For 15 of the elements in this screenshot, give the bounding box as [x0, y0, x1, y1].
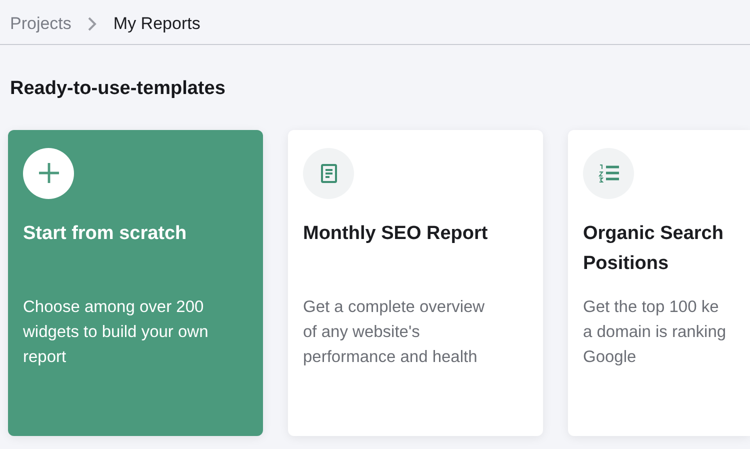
document-icon [320, 164, 336, 182]
card-description: Choose among over 200 widgets to build your own report [23, 296, 210, 368]
template-card[interactable]: Monthly SEO Report Get a complete overview of any website's performance and health [288, 130, 543, 436]
plus-icon [36, 161, 60, 185]
breadcrumb-link[interactable]: Projects [10, 10, 72, 36]
section-heading: Ready-to-use-templates [10, 77, 226, 101]
numbered-list-icon [598, 163, 620, 183]
card-title: Organic Search Positions [583, 222, 724, 276]
card-description: Get the top 100 ke a domain is ranking Google [583, 296, 728, 368]
card-title: Start from scratch [23, 222, 188, 246]
breadcrumb-current: My Reports [113, 12, 200, 35]
chevron-right-icon [87, 16, 98, 30]
card-title: Monthly SEO Report [303, 222, 489, 246]
card-description: Get a complete overview of any website's performance and health [303, 296, 486, 368]
template-card[interactable]: Organic Search Positions Get the top 100 ke a domain is ranking Google [568, 130, 750, 436]
